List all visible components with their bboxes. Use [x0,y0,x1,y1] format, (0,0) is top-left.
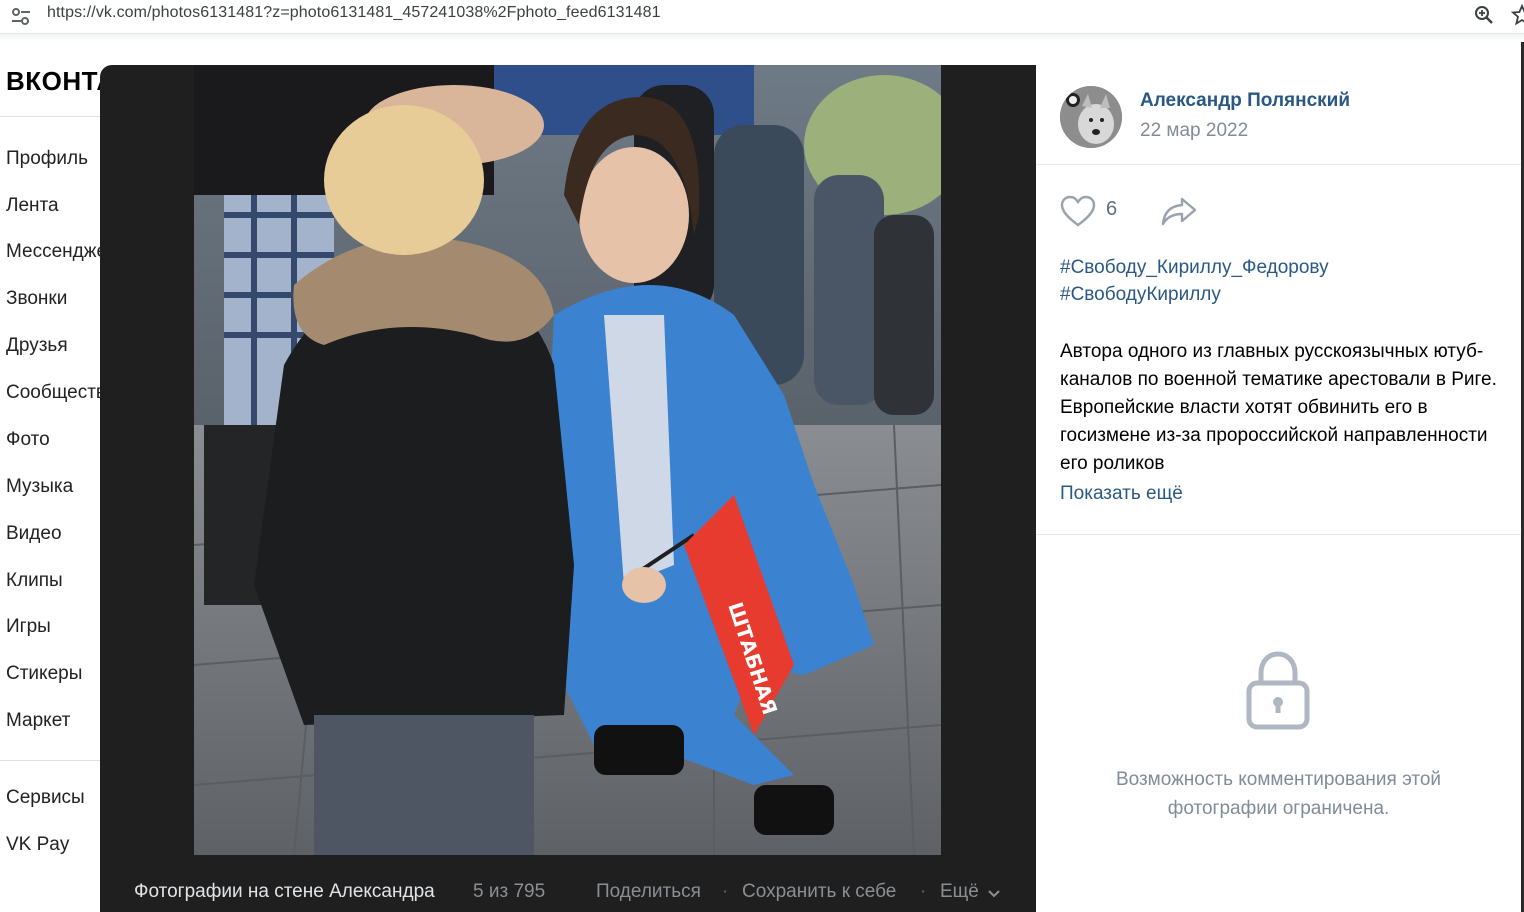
sidebar-item-video[interactable]: Видео [6,523,62,545]
lock-icon [1246,651,1310,730]
like-count: 6 [1106,198,1118,220]
save-button[interactable]: Сохранить к себе [742,881,896,903]
sidebar-divider [0,760,100,761]
hashtag-link[interactable]: #СвободуКириллу [1060,284,1221,306]
sidebar-item-photos[interactable]: Фото [6,429,50,451]
sidebar-item-services[interactable]: Сервисы [6,787,85,809]
sidebar-item-feed[interactable]: Лента [6,195,59,217]
sidebar-item-communities[interactable]: Сообщества [6,382,100,404]
hashtag-link[interactable]: #Свободу_Кириллу_Федорову [1060,257,1329,279]
toolbar-shadow [0,34,1524,42]
divider [1036,534,1521,535]
zoom-icon[interactable] [1472,3,1496,27]
sidebar-item-calls[interactable]: Звонки [6,288,67,310]
vk-sidebar: ВКОНТАКТЕ Профиль Лента Мессенджер Звонк… [0,42,100,912]
sidebar-item-games[interactable]: Игры [6,616,51,638]
wolf-avatar-image [1060,86,1122,148]
post-date[interactable]: 22 мар 2022 [1140,120,1248,142]
share-icon[interactable] [1159,194,1199,228]
post-description: Автора одного из главных русскоязычных ю… [1060,341,1497,474]
star-icon[interactable] [1510,3,1524,27]
avatar[interactable] [1060,86,1122,148]
sidebar-item-music[interactable]: Музыка [6,476,73,498]
photo-viewer: ШТАБНАЯ Фотографии на стене Александра 5… [100,65,1036,912]
photo-illustration: ШТАБНАЯ [194,65,941,855]
photo-info-panel: Александр Полянский 22 мар 2022 6 #Свобо… [1036,65,1521,912]
sidebar-item-clips[interactable]: Клипы [6,570,63,592]
comments-locked-message: Возможность комментирования этой фотогра… [1036,765,1521,823]
url-text[interactable]: https://vk.com/photos6131481?z=photo6131… [47,4,661,22]
sidebar-item-vkpay[interactable]: VK Pay [6,834,69,856]
share-button[interactable]: Поделиться [596,881,701,903]
sidebar-item-market[interactable]: Маркет [6,710,70,732]
chevron-down-icon[interactable] [988,890,1000,898]
separator-dot: · [722,881,729,902]
sidebar-item-stickers[interactable]: Стикеры [6,663,82,685]
comments-locked-text: Возможность комментирования этой фотогра… [1115,769,1442,819]
divider [1036,164,1521,165]
heart-icon[interactable] [1059,194,1097,228]
browser-address-bar: https://vk.com/photos6131481?z=photo6131… [0,0,1524,34]
photo-counter: 5 из 795 [473,881,546,902]
photo[interactable]: ШТАБНАЯ [194,65,941,855]
author-name-link[interactable]: Александр Полянский [1140,90,1350,112]
album-title-link[interactable]: Фотографии на стене Александра [134,881,435,903]
tune-icon[interactable] [10,6,32,28]
show-more-link[interactable]: Показать ещё [1060,483,1183,505]
vk-logo[interactable]: ВКОНТАКТЕ [6,66,100,97]
more-button[interactable]: Ещё [940,881,979,903]
sidebar-item-friends[interactable]: Друзья [6,335,68,357]
viewer-footer: Фотографии на стене Александра 5 из 795 … [100,871,1036,912]
sidebar-item-profile[interactable]: Профиль [6,148,88,170]
sidebar-divider [0,116,100,117]
separator-dot: · [920,881,927,902]
sidebar-item-messenger[interactable]: Мессенджер [6,241,100,263]
